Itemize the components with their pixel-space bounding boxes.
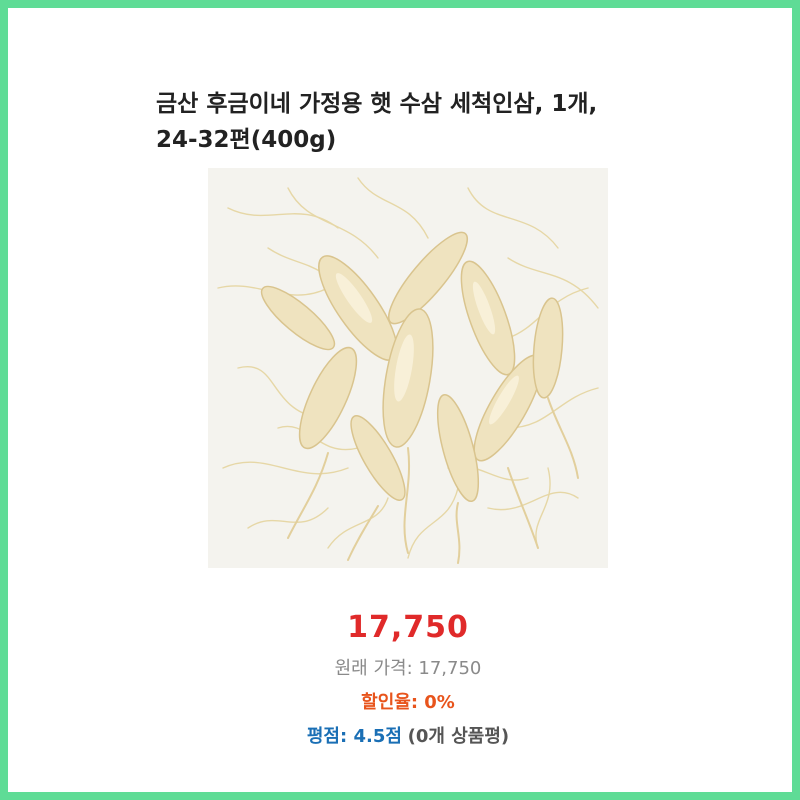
original-price: 원래 가격: 17,750 [334,658,482,679]
review-count-link[interactable]: (0개 상품평) [408,726,509,747]
rating: 평점: 4.5점 (0개 상품평) [8,724,800,750]
price-block: 17,750 원래 가격: 17,750 할인율: 0% 평점: 4.5점 (0… [8,606,800,750]
discount-rate: 할인율: 0% [361,692,455,713]
sale-price: 17,750 [347,610,469,645]
rating-score: 평점: 4.5점 [306,726,402,747]
product-title: 금산 후금이네 가정용 햇 수삼 세척인삼, 1개, 24-32편(400g) [156,86,676,158]
product-title-line1: 금산 후금이네 가정용 햇 수삼 세척인삼, 1개, [156,91,598,117]
page-frame: 금산 후금이네 가정용 햇 수삼 세척인삼, 1개, 24-32편(400g) [0,0,800,800]
product-image[interactable] [208,168,608,568]
product-title-line2: 24-32편(400g) [156,127,337,153]
